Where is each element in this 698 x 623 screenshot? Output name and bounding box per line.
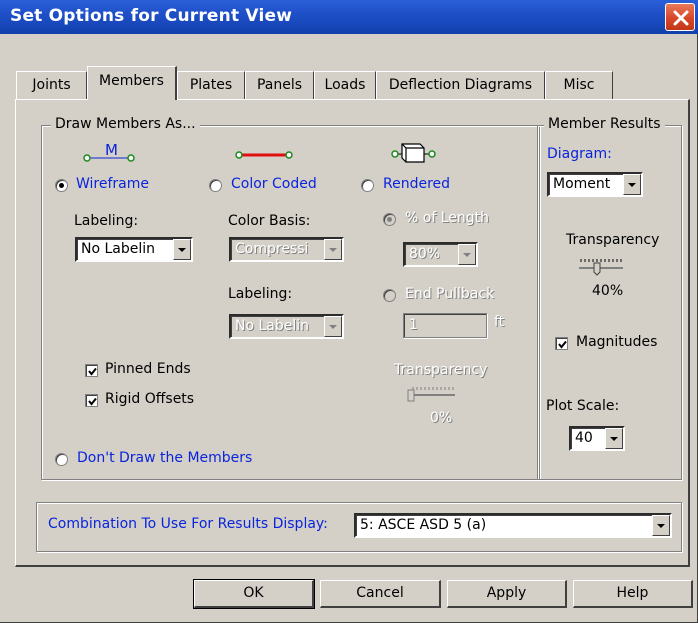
plot-scale-value: 40 (575, 430, 593, 446)
tab-misc[interactable]: Misc (545, 71, 613, 99)
color-labeling-select[interactable]: No Labelin (229, 314, 344, 339)
checkmark-icon (88, 397, 97, 406)
combination-select[interactable]: 5: ASCE ASD 5 (a) (354, 513, 672, 538)
rendered-label[interactable]: Rendered (383, 176, 450, 192)
color-labeling-value: No Labelin (235, 318, 310, 334)
chevron-down-icon[interactable] (324, 239, 342, 260)
rendered-icon (391, 143, 436, 163)
color-basis-select[interactable]: Compressi (229, 237, 344, 262)
wireframe-labeling-value: No Labelin (81, 241, 156, 257)
window-title: Set Options for Current View (10, 6, 293, 26)
chevron-down-icon[interactable] (458, 244, 476, 265)
dialog-window: Set Options for Current View Joints Memb… (0, 0, 698, 623)
color-labeling-label: Labeling: (228, 286, 293, 302)
cancel-button[interactable]: Cancel (320, 580, 441, 608)
results-transparency-value: 40% (592, 283, 624, 299)
magnitudes-label[interactable]: Magnitudes (576, 334, 657, 350)
plot-scale-select[interactable]: 40 (569, 426, 625, 451)
diagram-select[interactable]: Moment (547, 172, 643, 197)
dont-draw-radio[interactable] (55, 453, 68, 466)
pct-of-length-select[interactable]: 80% (403, 242, 478, 267)
tab-label: Joints (32, 77, 71, 93)
tab-label: Plates (189, 77, 233, 93)
tab-plates[interactable]: Plates (177, 71, 245, 99)
wireframe-radio[interactable] (55, 179, 68, 192)
color-coded-radio[interactable] (209, 179, 222, 192)
rigid-offsets-label[interactable]: Rigid Offsets (105, 391, 194, 407)
checkmark-icon (88, 367, 97, 376)
combination-value: 5: ASCE ASD 5 (a) (360, 517, 487, 533)
chevron-down-icon[interactable] (324, 316, 342, 337)
checkmark-icon (558, 340, 567, 349)
tab-joints[interactable]: Joints (16, 71, 87, 99)
tab-panels[interactable]: Panels (245, 71, 314, 99)
end-pullback-value: 1 (409, 317, 418, 333)
tab-label: Loads (324, 77, 366, 93)
pct-of-length-value: 80% (409, 246, 441, 262)
title-bar[interactable]: Set Options for Current View (0, 0, 698, 34)
chevron-down-icon[interactable] (652, 515, 670, 536)
draw-transparency-value: 0% (430, 410, 453, 426)
rigid-offsets-checkbox[interactable] (85, 394, 98, 407)
plot-scale-label: Plot Scale: (546, 398, 620, 414)
draw-transparency-slider[interactable] (407, 385, 459, 405)
pct-of-length-label[interactable]: % of Length (405, 210, 489, 226)
end-pullback-unit: ft (494, 314, 505, 330)
results-transparency-label: Transparency (566, 232, 660, 248)
color-coded-label[interactable]: Color Coded (231, 176, 317, 192)
tab-label: Misc (563, 77, 595, 93)
end-pullback-radio[interactable] (383, 289, 396, 302)
close-icon (673, 10, 689, 26)
diagram-label: Diagram: (547, 146, 612, 162)
end-pullback-input[interactable]: 1 (403, 313, 487, 338)
apply-button[interactable]: Apply (447, 580, 567, 608)
dont-draw-label[interactable]: Don't Draw the Members (77, 450, 252, 466)
color-basis-value: Compressi (235, 241, 309, 257)
tab-label: Deflection Diagrams (388, 77, 533, 93)
diagram-value: Moment (553, 176, 611, 192)
pct-of-length-radio[interactable] (383, 213, 396, 226)
combination-label: Combination To Use For Results Display: (48, 516, 328, 532)
color-coded-icon (235, 151, 293, 159)
magnitudes-checkbox[interactable] (555, 337, 568, 350)
members-tab-panel: Draw Members As... M Wireframe Color Cod… (15, 99, 690, 567)
member-results-legend: Member Results (544, 116, 665, 132)
tab-loads[interactable]: Loads (314, 71, 376, 99)
help-button[interactable]: Help (573, 580, 693, 608)
chevron-down-icon[interactable] (623, 174, 641, 195)
tab-deflection-diagrams[interactable]: Deflection Diagrams (376, 71, 545, 99)
wireframe-icon-label: M (105, 141, 118, 159)
pinned-ends-checkbox[interactable] (85, 364, 98, 377)
wireframe-labeling-select[interactable]: No Labelin (75, 237, 193, 262)
rendered-radio[interactable] (361, 179, 374, 192)
tab-label: Members (99, 73, 164, 89)
end-pullback-label[interactable]: End Pullback (405, 286, 494, 302)
wireframe-label[interactable]: Wireframe (76, 176, 149, 192)
color-basis-label: Color Basis: (228, 213, 311, 229)
pinned-ends-label[interactable]: Pinned Ends (105, 361, 191, 377)
results-transparency-slider[interactable] (575, 257, 627, 277)
draw-transparency-label: Transparency (394, 362, 488, 378)
tab-label: Panels (256, 77, 303, 93)
close-button[interactable] (665, 3, 695, 31)
ok-button[interactable]: OK (193, 579, 315, 609)
chevron-down-icon[interactable] (605, 428, 623, 449)
wireframe-labeling-label: Labeling: (74, 213, 139, 229)
tab-members[interactable]: Members (87, 66, 177, 100)
chevron-down-icon[interactable] (173, 239, 191, 260)
